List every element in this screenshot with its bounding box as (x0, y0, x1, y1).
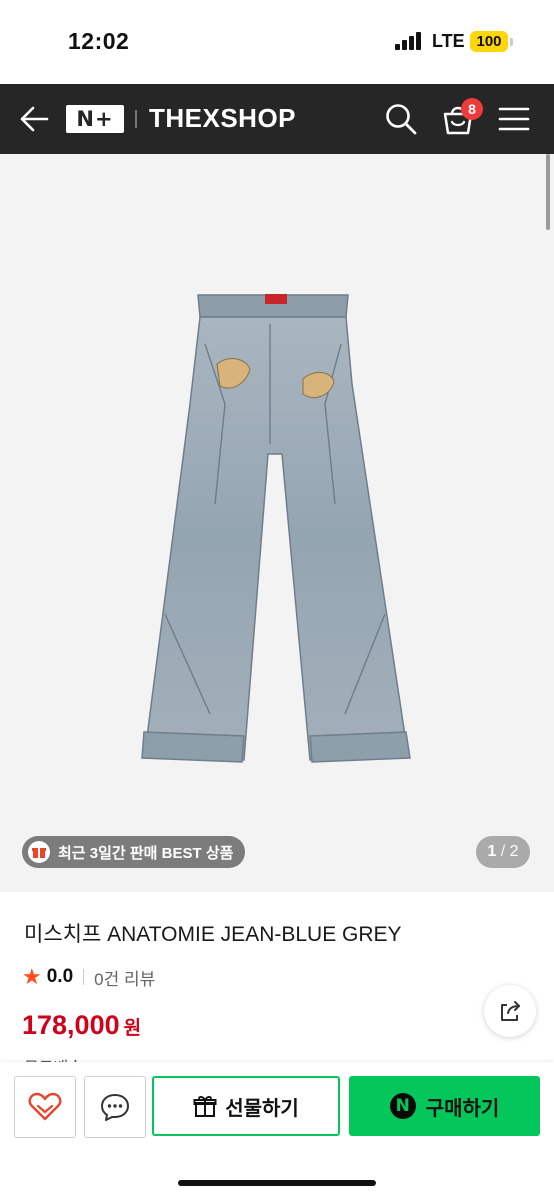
review-count[interactable]: 0건 리뷰 (94, 965, 155, 990)
battery-tip (510, 38, 513, 46)
cart-count-badge: 8 (461, 98, 483, 120)
signal-icon (395, 32, 421, 50)
gift-box-icon (28, 841, 50, 863)
star-icon: ★ (22, 964, 42, 989)
buy-button[interactable]: N 구매하기 (349, 1076, 540, 1136)
pager-separator: / (500, 843, 506, 860)
back-arrow-icon[interactable] (18, 104, 50, 134)
naver-n-icon: N (389, 1093, 416, 1119)
home-indicator (178, 1180, 376, 1186)
pager-total: 2 (509, 843, 519, 860)
status-bar: 12:02 LTE 100 (0, 0, 554, 84)
search-icon[interactable] (384, 102, 418, 136)
product-title: 미스치프 ANATOMIE JEAN-BLUE GREY (24, 923, 402, 946)
top-nav: N+ THEXSHOP 8 (0, 84, 554, 154)
product-image-gallery[interactable] (0, 154, 554, 892)
talk-chat-button[interactable] (84, 1076, 146, 1138)
gift-button[interactable]: 선물하기 (152, 1076, 340, 1136)
share-button[interactable] (484, 985, 536, 1037)
best-badge-text: 최근 3일간 판매 BEST 상품 (58, 844, 234, 862)
network-label: LTE (432, 31, 465, 51)
status-time: 12:02 (68, 28, 130, 54)
hamburger-menu-icon[interactable] (498, 105, 530, 133)
rating-score: 0.0 (46, 966, 74, 987)
buy-button-label: 구매하기 (425, 1097, 500, 1120)
price-currency: 원 (123, 1018, 142, 1039)
rating-row[interactable]: ★ 0.0 0건 리뷰 (22, 965, 155, 989)
gift-icon (193, 1096, 217, 1117)
gift-button-label: 선물하기 (225, 1097, 299, 1120)
page-scroll-indicator (546, 154, 550, 230)
price-value: 178,000 (22, 1010, 120, 1040)
battery-icon: 100 (470, 31, 508, 52)
chat-bubble-icon (101, 1094, 129, 1121)
jeans-product-image (141, 294, 411, 763)
logo-divider (135, 110, 137, 128)
best-seller-badge: 최근 3일간 판매 BEST 상품 (22, 836, 246, 868)
pager-current: 1 (487, 843, 497, 860)
logo-text: N+ (76, 107, 114, 131)
heart-icon (28, 1092, 62, 1121)
brand-name[interactable]: THEXSHOP (149, 103, 296, 134)
image-pager: 1 / 2 (476, 836, 530, 868)
rating-divider (83, 969, 85, 985)
share-icon (501, 1001, 520, 1021)
product-price: 178,000 원 (22, 1010, 141, 1041)
like-button[interactable] (14, 1076, 76, 1138)
nplus-logo[interactable]: N+ (66, 105, 124, 133)
